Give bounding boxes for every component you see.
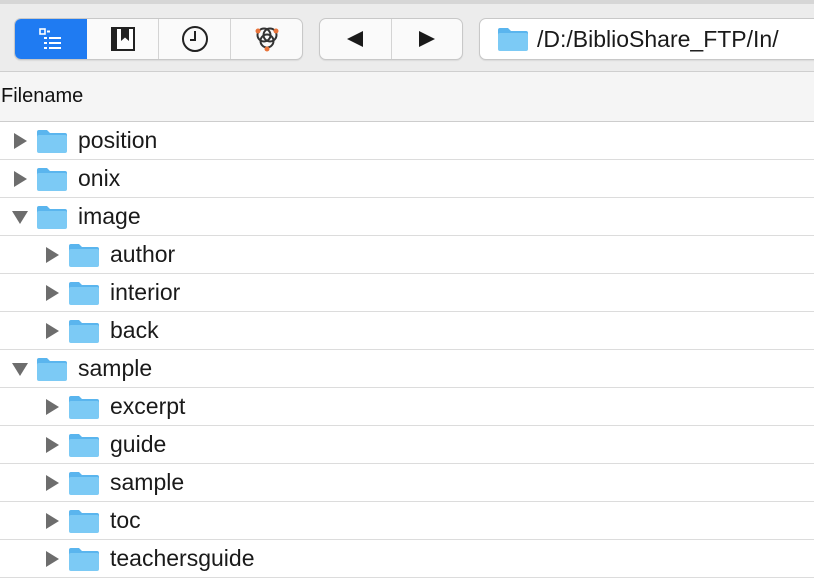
list-item[interactable]: image <box>0 198 814 236</box>
folder-name: image <box>78 203 141 229</box>
folder-icon <box>68 280 100 306</box>
list-item[interactable]: onix <box>0 160 814 198</box>
folder-icon <box>36 204 68 230</box>
history-view-button[interactable] <box>159 19 231 59</box>
list-item[interactable]: position <box>0 122 814 160</box>
folder-name: guide <box>110 431 167 457</box>
disclosure-collapsed-icon[interactable] <box>44 285 60 301</box>
outline-view-icon <box>38 28 61 49</box>
back-arrow-icon <box>347 31 364 47</box>
folder-name: excerpt <box>110 393 186 419</box>
list-item[interactable]: sample <box>0 350 814 388</box>
forward-button[interactable] <box>392 19 463 59</box>
outline-view-button[interactable] <box>15 19 87 59</box>
filename-column-header[interactable]: Filename <box>1 85 83 108</box>
folder-icon <box>68 242 100 268</box>
folder-name: sample <box>110 469 185 495</box>
file-outline-list: position onix image author interior back sampl… <box>0 122 814 578</box>
navigation-buttons <box>319 18 463 60</box>
folder-icon <box>68 508 100 534</box>
folder-icon <box>36 166 68 192</box>
list-item[interactable]: interior <box>0 274 814 312</box>
folder-name: back <box>110 317 159 343</box>
path-text: /D:/BiblioShare_FTP/In/ <box>537 25 779 52</box>
list-item[interactable]: back <box>0 312 814 350</box>
disclosure-collapsed-icon[interactable] <box>44 437 60 453</box>
folder-name: teachersguide <box>110 545 255 571</box>
folder-icon <box>68 546 100 572</box>
disclosure-collapsed-icon[interactable] <box>44 513 60 529</box>
forward-arrow-icon <box>418 31 435 47</box>
disclosure-collapsed-icon[interactable] <box>44 551 60 567</box>
view-mode-segmented-control <box>14 18 303 60</box>
folder-name: toc <box>110 507 141 533</box>
bookmarks-view-button[interactable] <box>87 19 159 59</box>
column-header[interactable]: Filename <box>0 72 814 122</box>
disclosure-collapsed-icon[interactable] <box>44 323 60 339</box>
sync-network-icon <box>255 27 278 52</box>
folder-name: onix <box>78 165 121 191</box>
folder-icon <box>68 432 100 458</box>
bookmarks-icon <box>110 27 135 51</box>
folder-name: position <box>78 127 158 153</box>
disclosure-collapsed-icon[interactable] <box>44 399 60 415</box>
folder-icon <box>497 26 529 52</box>
toolbar: /D:/BiblioShare_FTP/In/ <box>0 4 814 72</box>
folder-icon <box>68 318 100 344</box>
disclosure-collapsed-icon[interactable] <box>44 247 60 263</box>
folder-name: interior <box>110 279 181 305</box>
disclosure-expanded-icon[interactable] <box>12 361 28 377</box>
list-item[interactable]: excerpt <box>0 388 814 426</box>
folder-icon <box>68 394 100 420</box>
folder-icon <box>36 356 68 382</box>
back-button[interactable] <box>320 19 392 59</box>
path-field[interactable]: /D:/BiblioShare_FTP/In/ <box>479 18 814 60</box>
list-item[interactable]: author <box>0 236 814 274</box>
disclosure-expanded-icon[interactable] <box>12 209 28 225</box>
list-item[interactable]: teachersguide <box>0 540 814 578</box>
history-clock-icon <box>181 26 208 52</box>
folder-icon <box>36 128 68 154</box>
disclosure-collapsed-icon[interactable] <box>12 133 28 149</box>
list-item[interactable]: guide <box>0 426 814 464</box>
sync-view-button[interactable] <box>231 19 302 59</box>
folder-name: sample <box>78 355 153 381</box>
disclosure-collapsed-icon[interactable] <box>12 171 28 187</box>
list-item[interactable]: toc <box>0 502 814 540</box>
folder-icon <box>68 470 100 496</box>
list-item[interactable]: sample <box>0 464 814 502</box>
disclosure-collapsed-icon[interactable] <box>44 475 60 491</box>
folder-name: author <box>110 241 176 267</box>
